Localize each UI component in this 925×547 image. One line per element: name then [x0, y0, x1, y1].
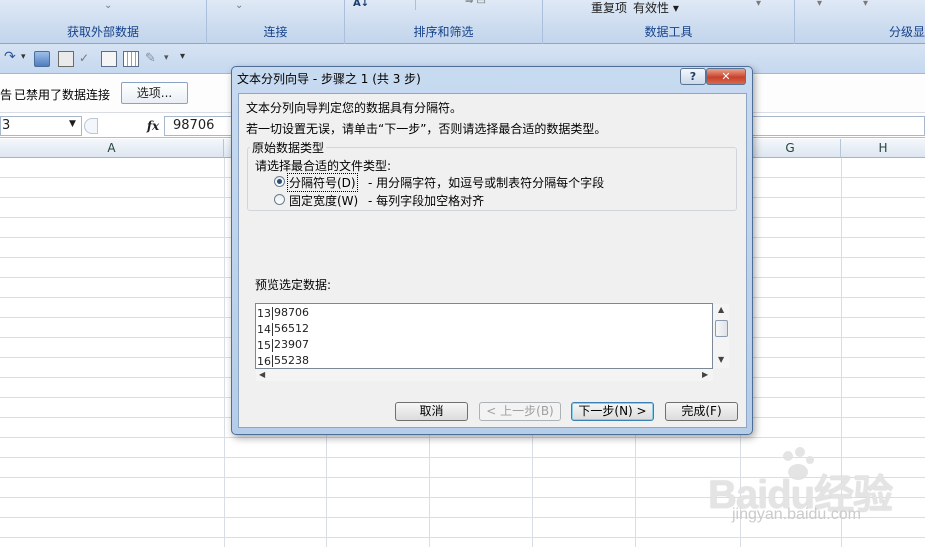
ribbon-group-label: 连接 [263, 25, 288, 39]
preview-row-number: 16 [257, 355, 273, 367]
grid-line [224, 158, 225, 547]
name-box-value: 3 [2, 118, 11, 133]
scroll-down-icon[interactable]: ▼ [718, 355, 724, 364]
customize-qat-icon[interactable]: ▾ [180, 51, 185, 62]
connect-icon[interactable] [34, 51, 50, 67]
scroll-thumb[interactable] [715, 320, 728, 337]
scroll-up-icon[interactable]: ▲ [718, 305, 724, 314]
preview-row-value: 56512 [274, 322, 309, 335]
scroll-left-icon[interactable]: ◀ [259, 370, 265, 379]
file-type-prompt: 请选择最合适的文件类型: [255, 159, 392, 173]
delimited-option-label[interactable]: 分隔符号(D) [287, 173, 358, 192]
column-header-a[interactable]: A [0, 139, 224, 158]
preview-row-number: 15 [257, 339, 273, 352]
formula-bar-splitter[interactable] [84, 118, 98, 134]
dropdown-caret-icon[interactable]: ▾ [756, 0, 761, 9]
ribbon-group-connections: ⌄ 连接 [207, 0, 345, 44]
print-preview-icon[interactable] [101, 51, 117, 67]
group-title: 原始数据类型 [250, 139, 327, 156]
fixed-width-option-label[interactable]: 固定宽度(W) [289, 192, 358, 209]
delimited-radio[interactable] [274, 176, 285, 187]
message-bar-prefix: 告 [0, 88, 13, 102]
ribbon-group-label: 数据工具 [644, 25, 693, 39]
sort-az-icon[interactable]: A↓ [353, 0, 369, 9]
format-dropdown-icon[interactable]: ▾ [164, 53, 169, 63]
finish-button[interactable]: 完成(F) [665, 402, 738, 421]
dialog-intro-line2: 若一切设置无误，请单击“下一步”，否则请选择最合适的数据类型。 [246, 122, 607, 136]
fixed-width-radio[interactable] [274, 194, 285, 205]
remove-duplicates-button[interactable]: 重复项 [591, 0, 627, 16]
fixed-width-option-desc: - 每列字段加空格对齐 [368, 194, 485, 208]
dialog-title: 文本分列向导 - 步骤之 1 (共 3 步) [237, 72, 421, 86]
ribbon-group-outline: ▾ ▾ 分级显 [795, 0, 925, 44]
ribbon-group-label: 排序和筛选 [413, 25, 474, 39]
ribbon-group-get-external-data: ⌄ 获取外部数据 [0, 0, 207, 44]
preview-row-number: 13 [257, 307, 273, 320]
table-grid-icon[interactable] [123, 51, 139, 67]
close-button[interactable]: ✕ [706, 68, 746, 85]
column-header-g[interactable]: G [740, 139, 841, 158]
preview-row-value: 98706 [274, 306, 309, 319]
name-box[interactable]: 3 ▼ [0, 116, 82, 136]
radio-selected-dot [277, 179, 282, 184]
name-box-dropdown-icon[interactable]: ▼ [69, 119, 76, 129]
watermark-url: jingyan.baidu.com [732, 506, 861, 523]
insert-function-button[interactable]: fx [142, 116, 164, 136]
preview-horizontal-scrollbar[interactable] [256, 369, 713, 381]
dropdown-caret-icon[interactable]: ▾ [863, 0, 868, 9]
message-bar-text: 已禁用了数据连接 [14, 88, 111, 102]
calculator-icon[interactable] [58, 51, 74, 67]
options-button[interactable]: 选项... [121, 82, 188, 104]
column-header-h[interactable]: H [841, 139, 925, 158]
dropdown-caret-icon[interactable]: ⌄ [104, 0, 112, 11]
redo-icon[interactable]: ↷ [4, 49, 16, 65]
ribbon-group-data-tools: 重复项 有效性 ▾ ▾ 数据工具 [543, 0, 795, 44]
preview-row-value: 55238 [274, 354, 309, 367]
next-button[interactable]: 下一步(N) > [571, 402, 654, 421]
ribbon-group-label: 获取外部数据 [66, 25, 139, 39]
advanced-filter-icon[interactable]: ⇒ ▭ [465, 0, 486, 7]
ribbon-divider [415, 0, 416, 10]
data-validation-button[interactable]: 有效性 ▾ [633, 0, 679, 16]
dialog-intro-line1: 文本分列向导判定您的数据具有分隔符。 [246, 101, 463, 115]
data-preview-box[interactable] [255, 303, 713, 369]
spelling-icon[interactable]: ✓ [79, 51, 95, 67]
format-icon[interactable]: ✎ [145, 51, 161, 67]
dropdown-caret-icon[interactable]: ⌄ [235, 0, 243, 11]
dropdown-caret-icon[interactable]: ▾ [817, 0, 822, 9]
cancel-button[interactable]: 取消 [395, 402, 468, 421]
back-button[interactable]: < 上一步(B) [479, 402, 561, 421]
help-button[interactable]: ? [680, 68, 706, 85]
ribbon-group-sort-filter: A↓ ⇒ ▭ 排序和筛选 [345, 0, 543, 44]
preview-row-value: 23907 [274, 338, 309, 351]
preview-label: 预览选定数据: [255, 278, 332, 292]
scroll-right-icon[interactable]: ▶ [702, 370, 708, 379]
preview-row-number: 14 [257, 323, 273, 336]
redo-dropdown-icon[interactable]: ▾ [21, 52, 26, 62]
ribbon-group-label: 分级显 [888, 25, 925, 39]
delimited-option-desc: - 用分隔字符，如逗号或制表符分隔每个字段 [368, 176, 605, 190]
